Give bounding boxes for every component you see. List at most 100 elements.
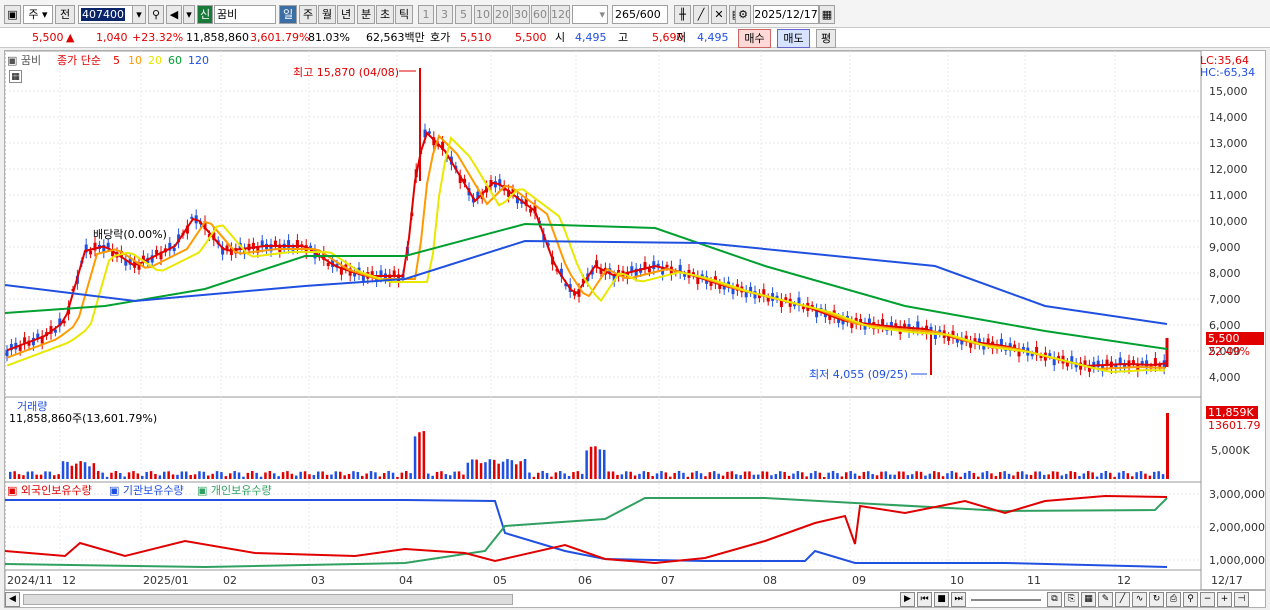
volume-bar <box>1065 473 1068 479</box>
volume-bar <box>215 471 219 479</box>
scrollbar-track[interactable] <box>23 594 513 605</box>
interval-5[interactable]: 5 <box>455 5 472 24</box>
low-label: 저 <box>676 31 687 44</box>
candle-icon[interactable]: ╫ <box>674 5 691 24</box>
layout-icon[interactable]: ⧉ <box>1047 592 1062 607</box>
print-icon[interactable]: ⎙ <box>1166 592 1181 607</box>
open-label: 시 <box>555 31 566 44</box>
volume-bar <box>818 472 822 479</box>
volume-pct-tag: 13601.79 <box>1208 419 1261 432</box>
period-tick[interactable]: 틱 <box>395 5 413 24</box>
period-week[interactable]: 주 <box>299 5 317 24</box>
stock-name-field[interactable]: 꿈비 <box>214 5 276 24</box>
volume-bar <box>1117 472 1121 479</box>
scroll-left-icon[interactable]: ◀ <box>5 592 20 607</box>
price-change: 1,040 <box>96 31 128 44</box>
volume-bar <box>457 471 461 479</box>
price-tick-label: 15,000 <box>1209 85 1248 98</box>
code-dropdown-icon[interactable]: ▾ <box>132 5 146 24</box>
step-back-icon[interactable]: ⏮ <box>917 592 932 607</box>
interval-1[interactable]: 1 <box>418 5 434 24</box>
candle-body <box>784 297 788 301</box>
interval-10[interactable]: 10 <box>474 5 492 24</box>
period-year[interactable]: 년 <box>337 5 355 24</box>
period-minute[interactable]: 분 <box>357 5 375 24</box>
volume-bar <box>924 475 927 479</box>
refresh-icon[interactable]: ↻ <box>1149 592 1164 607</box>
zoom-out-icon[interactable]: − <box>1200 592 1215 607</box>
wave-icon[interactable]: ∿ <box>1132 592 1147 607</box>
fit-icon[interactable]: ⊣ <box>1234 592 1249 607</box>
ma20-label: 20 <box>148 54 162 67</box>
volume-bar <box>435 471 439 479</box>
prev-button[interactable]: 전 <box>55 5 75 24</box>
date-field[interactable]: 2025/12/17 <box>753 5 819 24</box>
zoom-in-icon[interactable]: + <box>1217 592 1232 607</box>
current-price: 5,500 <box>32 31 64 44</box>
volume-bar <box>1043 474 1046 479</box>
volume-bar <box>273 473 276 479</box>
volume-bar <box>528 472 531 479</box>
market-select[interactable]: 주 ▾ <box>23 5 53 24</box>
hoga-ask: 5,510 <box>460 31 492 44</box>
volume-bar <box>545 472 549 479</box>
volume-bar <box>1144 473 1147 479</box>
volume-bar <box>576 471 580 479</box>
zoom-search-icon[interactable]: ⚲ <box>1183 592 1198 607</box>
volume-bar <box>1091 472 1094 479</box>
volume-bar <box>633 475 637 479</box>
volume-bar <box>1104 471 1108 479</box>
stop-icon[interactable]: ■ <box>934 592 949 607</box>
volume-bar <box>422 431 426 479</box>
chart-area[interactable]: 15,000 14,000 13,000 12,000 11,000 10,000 9,00… <box>4 50 1266 591</box>
period-day[interactable]: 일 <box>279 5 297 24</box>
interval-30[interactable]: 30 <box>512 5 530 24</box>
interval-120[interactable]: 120 <box>550 5 570 24</box>
hc-label: HC:-65,34 <box>1200 66 1256 79</box>
count-field[interactable]: 265/600 <box>612 5 668 24</box>
volume-bar <box>97 471 100 479</box>
volume-bar <box>347 473 351 479</box>
speaker-icon[interactable]: ◀ <box>166 5 182 24</box>
gear-icon[interactable]: ⚙ <box>735 5 751 24</box>
sell-button[interactable]: 매도 <box>777 29 810 48</box>
volume-bar <box>352 471 355 479</box>
zoom-slider[interactable] <box>971 599 1041 601</box>
crosshair-icon[interactable]: ✕ <box>711 5 727 24</box>
interval-input[interactable]: ▾ <box>572 5 608 24</box>
calendar-icon[interactable]: ▦ <box>819 5 835 24</box>
ma120-label: 120 <box>188 54 209 67</box>
step-forward-icon[interactable]: ⏭ <box>951 592 966 607</box>
volume-bar <box>330 474 333 479</box>
pencil-icon[interactable]: ✎ <box>1098 592 1113 607</box>
calculator-icon[interactable]: ▦ <box>9 70 22 83</box>
volume-bar <box>176 474 179 479</box>
window-icon[interactable]: ▣ <box>4 5 21 24</box>
volume-bar <box>1082 473 1086 479</box>
grid-icon[interactable]: ▦ <box>1081 592 1096 607</box>
copy-icon[interactable]: ⎘ <box>1064 592 1079 607</box>
interval-60[interactable]: 60 <box>531 5 549 24</box>
volume-bar <box>1016 471 1020 479</box>
volume-bar <box>48 471 52 479</box>
volume-bar <box>149 471 153 479</box>
line-icon[interactable]: ╱ <box>1115 592 1130 607</box>
volume-bar <box>550 476 553 479</box>
interval-3[interactable]: 3 <box>436 5 453 24</box>
scroll-right-icon[interactable]: ▶ <box>900 592 915 607</box>
speaker-dropdown-icon[interactable]: ▾ <box>183 5 195 24</box>
interval-20[interactable]: 20 <box>493 5 511 24</box>
volume-bar <box>207 475 210 479</box>
trend-icon[interactable]: ╱ <box>693 5 709 24</box>
buy-button[interactable]: 매수 <box>738 29 771 48</box>
volume-info: 11,858,860주(13,601.79%) <box>9 412 158 425</box>
eval-button[interactable]: 평 <box>816 29 836 48</box>
period-second[interactable]: 초 <box>376 5 394 24</box>
candle-body <box>106 242 110 248</box>
search-icon[interactable]: ⚲ <box>148 5 164 24</box>
volume-bar <box>383 473 386 479</box>
volume-bar <box>1100 472 1103 479</box>
period-month[interactable]: 월 <box>318 5 336 24</box>
volume-bar <box>1153 471 1156 479</box>
bottom-nav: ◀ ▶ ⏮ ■ ⏭ ⧉ ⎘ ▦ ✎ ╱ ∿ ↻ ⎙ ⚲ − + ⊣ <box>4 590 1266 608</box>
